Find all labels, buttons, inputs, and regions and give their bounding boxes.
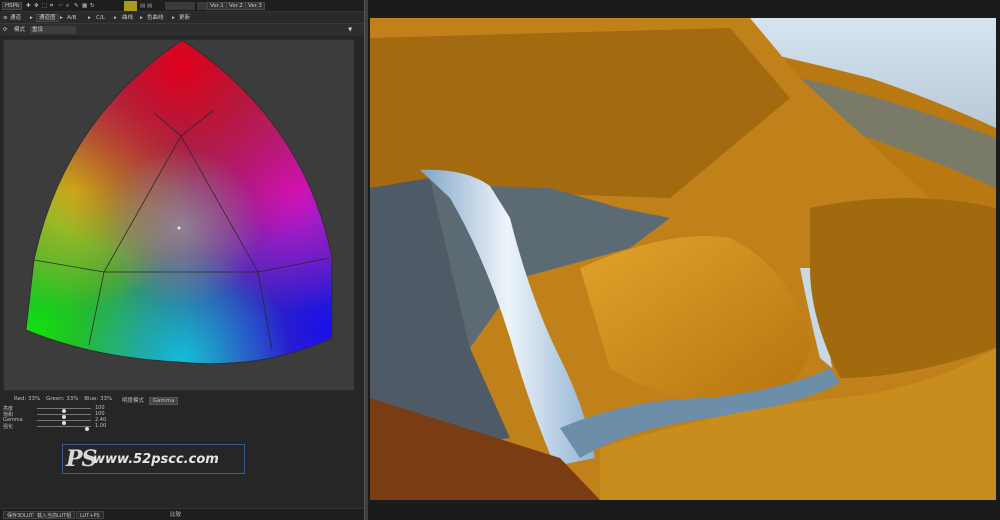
image-preview[interactable] <box>370 18 996 500</box>
sample-readout-icon: ▤ ▤ <box>140 3 153 9</box>
lut-ps-button[interactable]: LUT+PS <box>76 511 104 519</box>
luma-mode-label: 明度模式 <box>122 398 145 404</box>
watermark-logo: PS www.52pscc.com <box>62 444 245 474</box>
tab-toolbar: ≡ 通道 ▸ 通道图 ▸ A/B ▸ C/L ▸ 曲线 ▸ 色曲线 ▸ 更新 <box>0 12 364 24</box>
rotate-icon[interactable]: ↻ <box>90 2 95 10</box>
grid-icon[interactable]: ▦ <box>82 2 87 10</box>
hand-icon[interactable]: ☜ <box>58 2 63 10</box>
slider-track[interactable] <box>37 408 91 413</box>
blue-readout: Blue: 33% <box>84 396 113 402</box>
tab-curves[interactable]: 曲线 <box>122 14 133 22</box>
slider-enhance[interactable]: 强化 1.00 <box>3 423 113 431</box>
compare-label[interactable]: 比较 <box>170 511 181 519</box>
green-readout: Green: 33% <box>46 396 79 402</box>
color-wheel-graphic[interactable] <box>4 40 356 392</box>
version-tab-3[interactable]: Ver.3 <box>245 2 265 10</box>
load-lut-button[interactable]: 载入当前LUT组 <box>33 511 76 519</box>
mode-select[interactable]: 重设 <box>30 26 76 34</box>
arrow-icon: ▸ <box>30 15 33 21</box>
color-panel: HSPb ✚ ✥ ⬚ ⌗ ☜ ⌕ ✎ ▦ ↻ ▤ ▤ Ver.1 Ver.2 V… <box>0 0 364 520</box>
mode-dropdown[interactable]: HSPb <box>2 2 23 10</box>
mode-toolbar: ⟳ 模式 重设 ▼ <box>0 24 364 37</box>
sample-readout-bar <box>165 2 195 10</box>
tab-cl[interactable]: C/L <box>96 14 105 22</box>
move-icon[interactable]: ✥ <box>34 2 39 10</box>
slider-label: 强化 <box>3 424 14 430</box>
plus-icon[interactable]: ✚ <box>26 2 31 10</box>
watermark-url: www.52pscc.com <box>93 452 219 467</box>
color-swatch[interactable] <box>124 1 137 11</box>
settings-icon[interactable]: ⟳ <box>3 26 8 34</box>
tab-ab[interactable]: A/B <box>67 14 76 22</box>
tab-color-curves[interactable]: 色曲线 <box>147 14 164 22</box>
red-readout: Red: 33% <box>14 396 41 402</box>
zoom-icon[interactable]: ⌕ <box>66 2 69 10</box>
watermark-ps-text: PS <box>66 446 97 472</box>
slider-track[interactable] <box>37 414 91 419</box>
tab-channel-map[interactable]: 通道图 <box>36 14 59 22</box>
arrow-icon: ▸ <box>140 15 143 21</box>
top-toolbar: HSPb ✚ ✥ ⬚ ⌗ ☜ ⌕ ✎ ▦ ↻ ▤ ▤ Ver.1 Ver.2 V… <box>0 0 364 12</box>
arrow-icon: ▸ <box>172 15 175 21</box>
preview-photo <box>370 18 996 500</box>
crop-icon[interactable]: ⌗ <box>50 2 53 10</box>
slider-track[interactable] <box>37 426 91 431</box>
version-tab-1[interactable]: Ver.1 <box>207 2 227 10</box>
arrow-icon: ▸ <box>88 15 91 21</box>
rgb-readout: Red: 33% Green: 33% Blue: 33% <box>14 396 116 402</box>
picker-icon[interactable]: ✎ <box>74 2 79 10</box>
select-icon[interactable]: ⬚ <box>42 2 47 10</box>
slider-value: 1.00 <box>95 423 107 429</box>
wheel-center-point[interactable] <box>177 226 181 230</box>
luma-mode-select[interactable]: Gamma <box>148 397 179 405</box>
tab-update[interactable]: 更新 <box>179 14 190 22</box>
slider-track[interactable] <box>37 420 91 425</box>
bottom-bar: 保存3DLUT 载入当前LUT组 LUT+PS 比较 <box>0 508 364 520</box>
color-wheel-fill <box>26 40 332 364</box>
arrow-icon: ▸ <box>60 15 63 21</box>
color-wheel-view[interactable] <box>3 39 355 391</box>
slider-knob[interactable] <box>84 427 89 431</box>
panel-menu-icon[interactable]: ▼ <box>348 26 352 34</box>
panel-divider[interactable] <box>364 0 368 520</box>
mode-label: 模式 <box>14 27 26 33</box>
list-icon[interactable]: ≡ <box>3 14 8 22</box>
luma-mode: 明度模式 Gamma <box>122 396 179 405</box>
tab-channels[interactable]: 通道 <box>10 14 21 22</box>
arrow-icon: ▸ <box>114 15 117 21</box>
version-tab-2[interactable]: Ver.2 <box>226 2 246 10</box>
